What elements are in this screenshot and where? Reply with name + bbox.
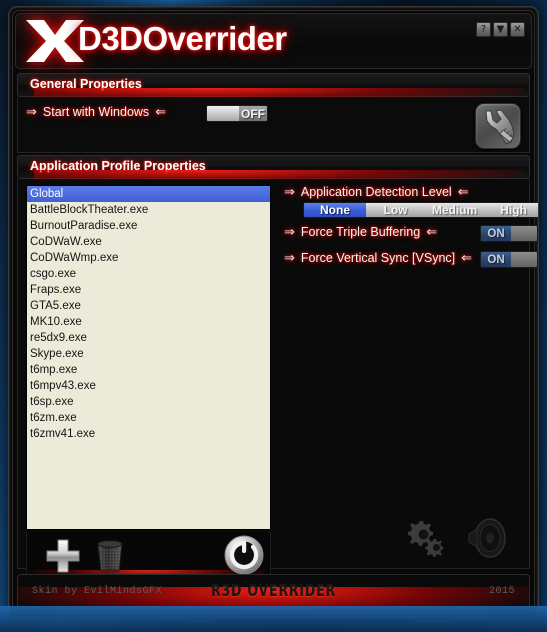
start-with-windows-toggle[interactable]: OFF — [206, 105, 268, 122]
detection-level-row: ⇒ Application Detection Level ⇐ — [284, 185, 523, 199]
toggle-state-label: ON — [481, 252, 511, 267]
list-item[interactable]: csgo.exe — [27, 266, 270, 282]
wrench-glyph — [485, 109, 515, 145]
arrow-right-icon: ⇒ — [284, 184, 295, 200]
start-with-windows-row: ⇒ Start with Windows ⇐ — [26, 105, 166, 119]
application-list[interactable]: Global BattleBlockTheater.exe BurnoutParad… — [26, 185, 271, 530]
application-profile-panel: Global BattleBlockTheater.exe BurnoutParad… — [17, 179, 538, 584]
list-item[interactable]: t6mpv43.exe — [27, 378, 270, 394]
general-properties-title: General Properties — [30, 77, 142, 91]
arrow-left-icon: ⇐ — [155, 104, 167, 120]
power-refresh-icon[interactable] — [223, 534, 265, 576]
arrow-right-icon: ⇒ — [26, 104, 37, 120]
toggle-knob — [511, 226, 537, 241]
triple-buffering-row: ⇒ Force Triple Buffering ⇐ ON — [284, 223, 538, 245]
options-panel: ⇒ Application Detection Level ⇐ None Low… — [284, 185, 538, 271]
arrow-left-icon: ⇐ — [461, 250, 473, 266]
arrow-left-icon: ⇐ — [457, 184, 469, 200]
speaker-icon[interactable] — [463, 516, 509, 560]
arrow-right-icon: ⇒ — [284, 250, 295, 266]
toggle-state-label: OFF — [239, 106, 267, 121]
arrow-right-icon: ⇒ — [284, 224, 295, 240]
list-item[interactable]: re5dx9.exe — [27, 330, 270, 346]
application-profile-title: Application Profile Properties — [30, 159, 206, 173]
toggle-knob — [511, 252, 537, 267]
toggle-state-label: ON — [481, 226, 511, 241]
trash-icon[interactable] — [91, 537, 129, 575]
detection-level-option-low[interactable]: Low — [366, 203, 425, 217]
detection-level-option-none[interactable]: None — [304, 203, 366, 217]
page-title: D3DOverrider — [78, 20, 287, 57]
list-item[interactable]: Skype.exe — [27, 346, 270, 362]
desktop-background: D3DOverrider ? ▼ ✕ General Properties ⇒ … — [0, 0, 547, 632]
application-list-items: Global BattleBlockTheater.exe BurnoutParad… — [27, 186, 270, 442]
list-item[interactable]: Fraps.exe — [27, 282, 270, 298]
close-button[interactable]: ✕ — [510, 22, 525, 37]
vsync-toggle[interactable]: ON — [480, 251, 538, 268]
plus-icon[interactable] — [43, 537, 83, 575]
list-item[interactable]: Global — [27, 186, 270, 202]
list-item[interactable]: GTA5.exe — [27, 298, 270, 314]
list-item[interactable]: t6mp.exe — [27, 362, 270, 378]
app-window: D3DOverrider ? ▼ ✕ General Properties ⇒ … — [8, 6, 539, 618]
title-bar: D3DOverrider ? ▼ ✕ — [15, 13, 532, 69]
application-profile-header: Application Profile Properties — [17, 155, 530, 186]
general-properties-header: General Properties — [17, 73, 530, 104]
toggle-knob — [207, 106, 239, 121]
list-item[interactable]: CoDWaWmp.exe — [27, 250, 270, 266]
triple-buffering-toggle[interactable]: ON — [480, 225, 538, 242]
arrow-left-icon: ⇐ — [426, 224, 438, 240]
minimize-button[interactable]: ▼ — [493, 22, 508, 37]
footer-brand: R3D OVERRIDER — [210, 581, 336, 601]
general-properties-panel: ⇒ Start with Windows ⇐ OFF — [17, 97, 530, 153]
x-logo-icon — [26, 20, 84, 62]
triple-buffering-label: Force Triple Buffering — [300, 225, 421, 239]
list-item[interactable]: MK10.exe — [27, 314, 270, 330]
detection-level-option-medium[interactable]: Medium — [425, 203, 484, 217]
detection-level-option-high[interactable]: High — [484, 203, 538, 217]
list-item[interactable]: t6zm.exe — [27, 410, 270, 426]
detection-level-label: Application Detection Level — [300, 185, 452, 199]
detection-level-segmented-control[interactable]: None Low Medium High — [303, 202, 538, 218]
list-item[interactable]: t6zmv41.exe — [27, 426, 270, 442]
wrench-icon[interactable] — [475, 103, 521, 149]
list-item[interactable]: CoDWaW.exe — [27, 234, 270, 250]
list-item[interactable]: BurnoutParadise.exe — [27, 218, 270, 234]
vsync-row: ⇒ Force Vertical Sync [VSync] ⇐ ON — [284, 249, 538, 271]
gears-icon[interactable] — [403, 518, 451, 558]
triple-buffering-labels: ⇒ Force Triple Buffering ⇐ — [284, 225, 437, 239]
vsync-labels: ⇒ Force Vertical Sync [VSync] ⇐ — [284, 251, 472, 265]
window-controls: ? ▼ ✕ — [476, 22, 525, 37]
list-toolbar — [26, 532, 271, 584]
help-button[interactable]: ? — [476, 22, 491, 37]
vsync-label: Force Vertical Sync [VSync] — [300, 251, 456, 265]
footer-year: 2015 — [488, 586, 515, 597]
list-item[interactable]: t6sp.exe — [27, 394, 270, 410]
start-with-windows-label: Start with Windows — [42, 105, 150, 119]
list-item[interactable]: BattleBlockTheater.exe — [27, 202, 270, 218]
footer-bar: Skin by EvilMindsGFX R3D OVERRIDER 2015 — [17, 574, 530, 610]
